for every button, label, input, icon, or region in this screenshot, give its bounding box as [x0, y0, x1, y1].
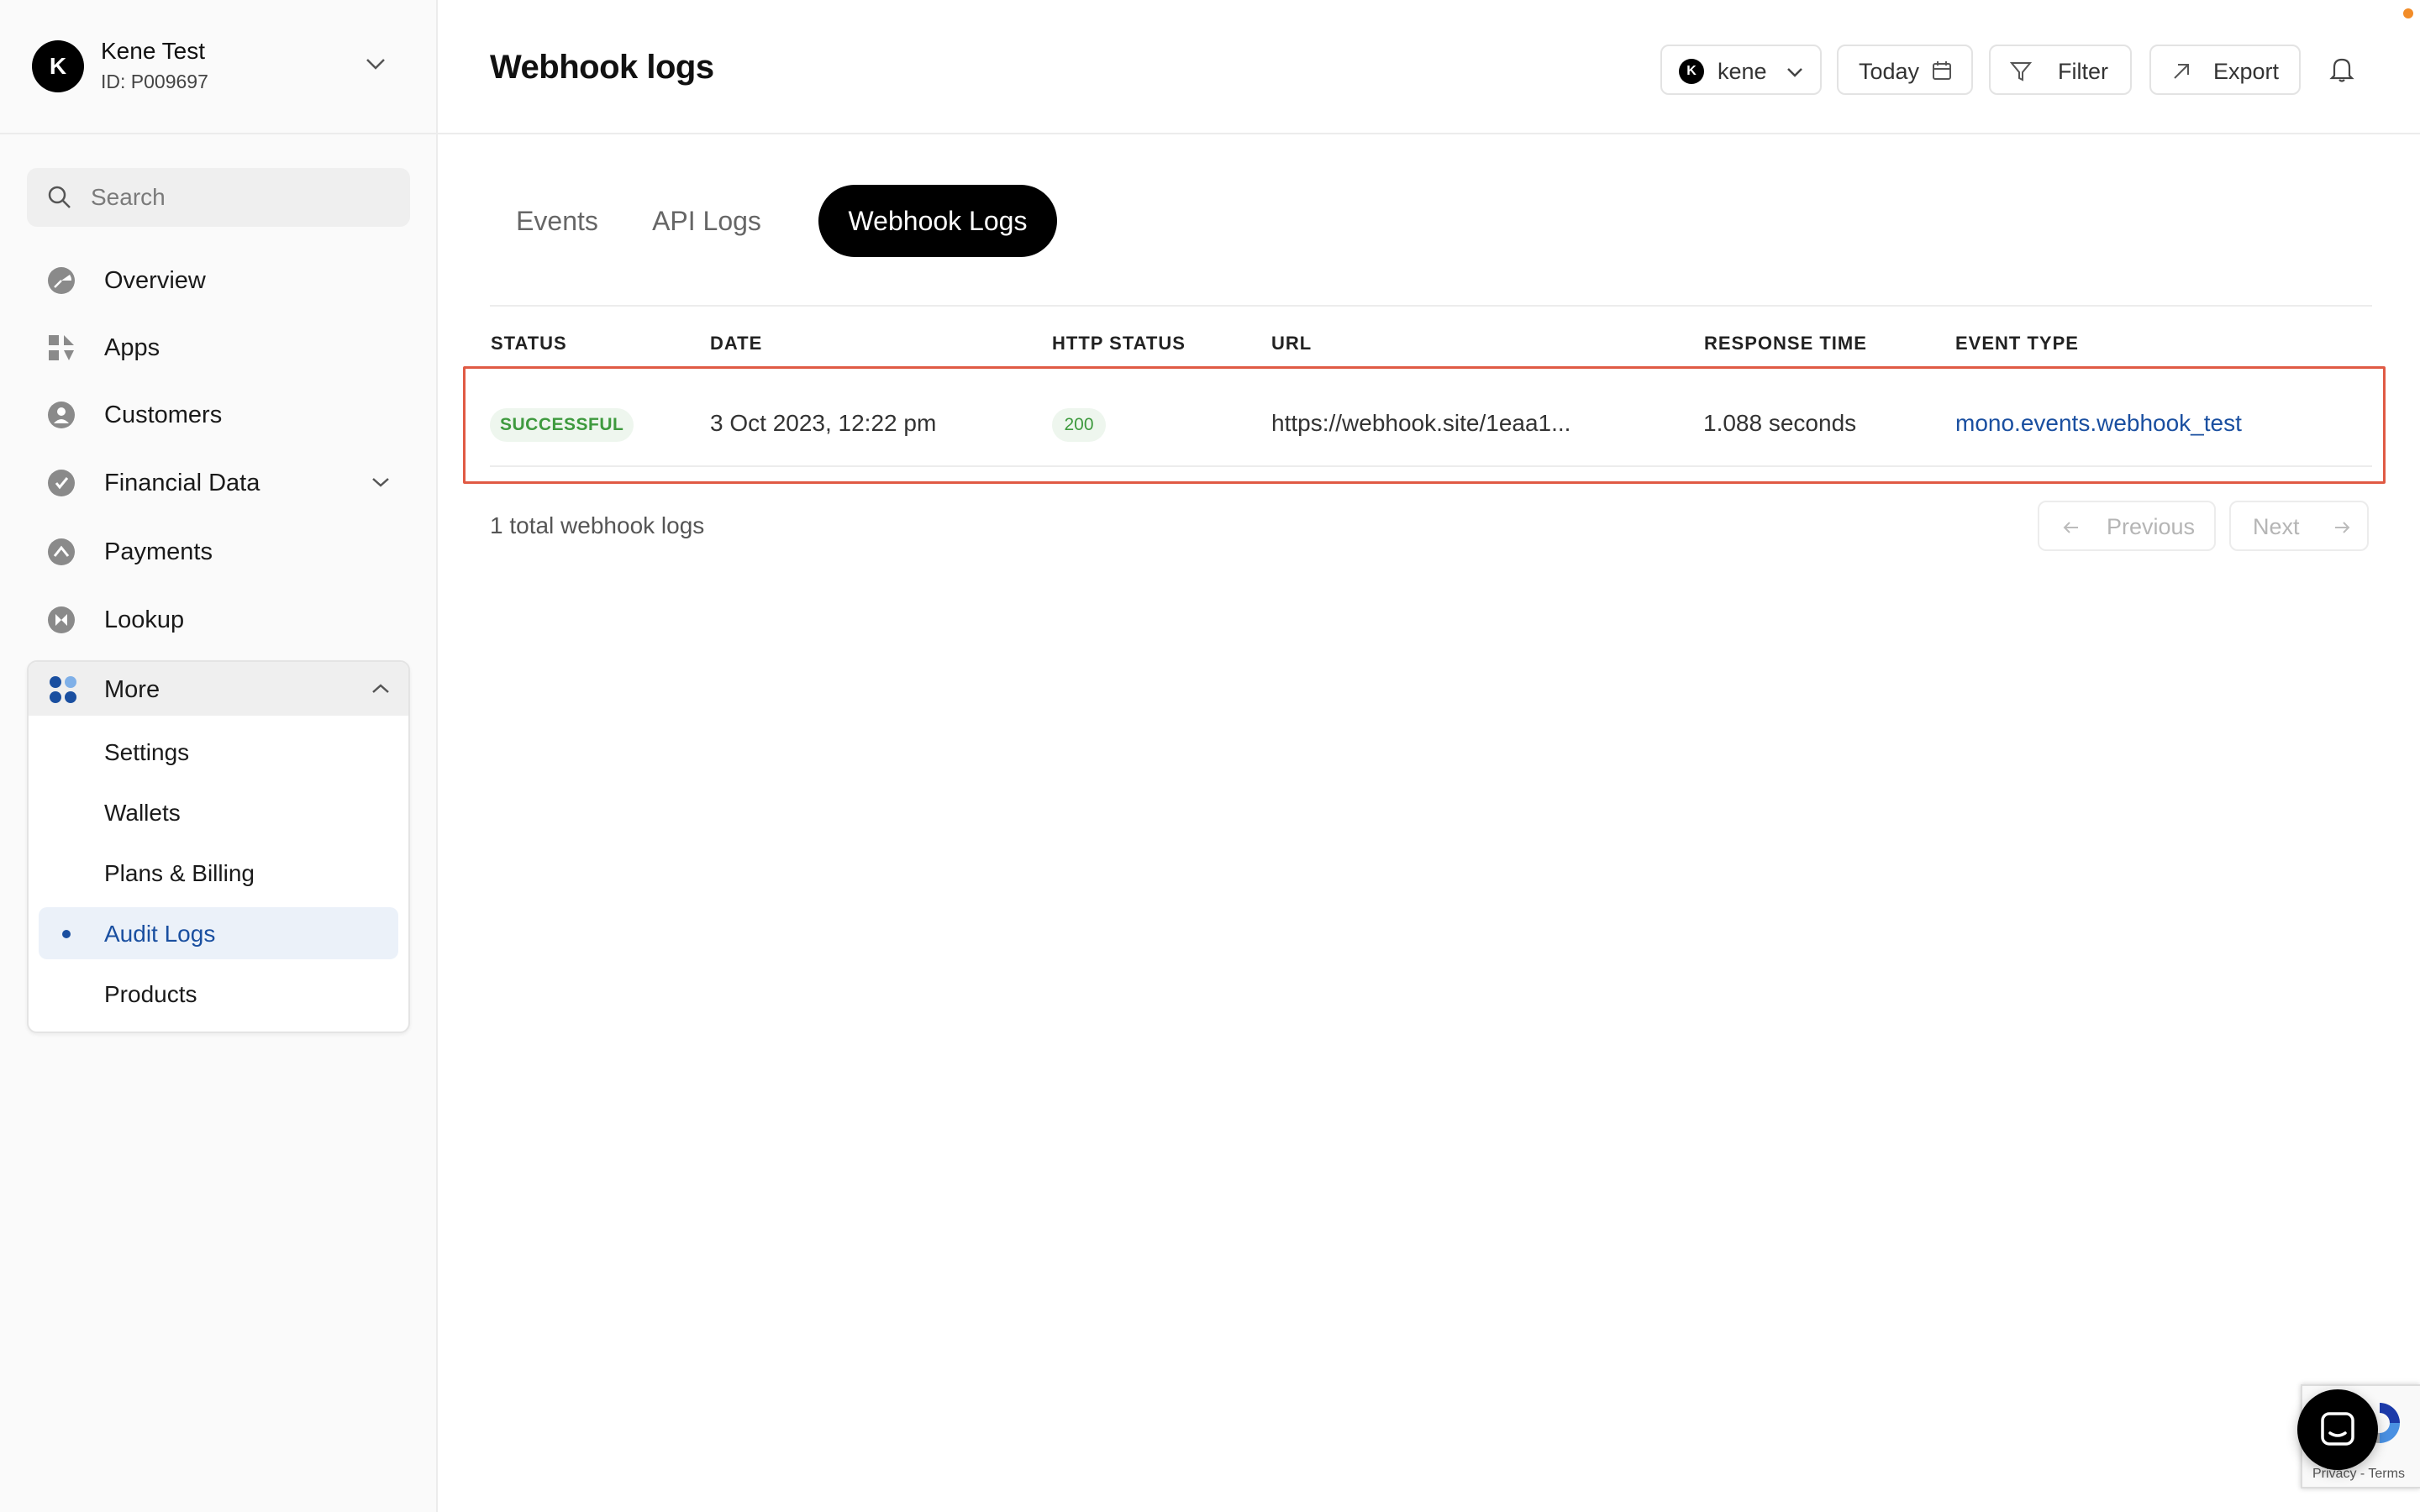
account-switcher[interactable]: K Kene Test ID: P009697: [0, 0, 436, 134]
arrow-left-icon: [2063, 522, 2078, 533]
chevron-down-icon[interactable]: [363, 55, 388, 72]
customers-icon: [48, 402, 75, 428]
filter-label: Filter: [2058, 59, 2108, 84]
date-range-label: Today: [1859, 59, 1920, 84]
sidebar-item-customers[interactable]: Customers: [27, 389, 410, 439]
app-selector-label: kene: [1718, 59, 1767, 84]
filter-button[interactable]: Filter: [1989, 45, 2132, 95]
account-name: Kene Test: [101, 38, 206, 64]
column-header-http-status: HTTP STATUS: [1052, 333, 1186, 354]
sidebar-item-payments[interactable]: Payments: [27, 526, 410, 576]
total-count: 1 total webhook logs: [490, 512, 705, 538]
column-header-response-time: RESPONSE TIME: [1704, 333, 1867, 354]
sidebar-subitem-label: Audit Logs: [104, 921, 216, 947]
recaptcha-terms[interactable]: Privacy - Terms: [2312, 1467, 2405, 1482]
filter-icon: [2009, 62, 2033, 81]
sidebar-item-settings[interactable]: Settings: [39, 726, 398, 778]
sidebar-item-audit-logs[interactable]: Audit Logs: [39, 907, 398, 959]
sidebar: K Kene Test ID: P009697 Overview Apps: [0, 0, 438, 1512]
tab-api-logs[interactable]: API Logs: [628, 185, 786, 257]
more-menu: More Settings Wallets Plans & Billing Au…: [27, 660, 410, 1033]
sidebar-item-lookup[interactable]: Lookup: [27, 594, 410, 644]
apps-icon: [49, 335, 74, 360]
app-avatar: K: [1679, 59, 1704, 84]
column-header-url: URL: [1271, 333, 1313, 354]
overview-icon: [48, 267, 75, 294]
tab-webhook-logs[interactable]: Webhook Logs: [818, 185, 1057, 257]
chevron-down-icon: [372, 478, 389, 487]
date-range-button[interactable]: Today: [1837, 45, 1973, 95]
payments-icon: [48, 538, 75, 565]
account-id: ID: P009697: [101, 71, 208, 92]
column-header-date: DATE: [710, 333, 763, 354]
page-title: Webhook logs: [490, 49, 714, 86]
sidebar-item-label: Payments: [104, 538, 213, 565]
arrow-up-right-icon: [2174, 64, 2189, 79]
table-top-divider: [490, 305, 2372, 307]
notification-dot: [2403, 8, 2413, 18]
previous-page-button[interactable]: Previous: [2038, 501, 2216, 551]
export-button[interactable]: Export: [2149, 45, 2301, 95]
next-page-button[interactable]: Next: [2229, 501, 2369, 551]
sidebar-subitem-label: Wallets: [104, 800, 181, 826]
row-highlight-box: [463, 366, 2386, 484]
sidebar-item-plans-billing[interactable]: Plans & Billing: [39, 847, 398, 899]
calendar-icon: [1933, 61, 1951, 80]
sidebar-item-label: Financial Data: [104, 470, 260, 496]
sidebar-item-overview[interactable]: Overview: [27, 255, 410, 305]
sidebar-item-apps[interactable]: Apps: [27, 322, 410, 372]
grid-dots-icon: [50, 676, 76, 703]
app-selector-button[interactable]: K kene: [1660, 45, 1822, 95]
sidebar-item-label: More: [104, 676, 160, 703]
main-content: Webhook logs K kene Today Filter Export …: [438, 0, 2420, 1512]
sidebar-subitem-label: Products: [104, 981, 197, 1007]
lookup-icon: [48, 606, 75, 633]
export-label: Export: [2213, 59, 2280, 84]
search-box: [27, 168, 410, 227]
chevron-down-icon: [1787, 68, 1802, 77]
chevron-up-icon: [372, 684, 389, 693]
sidebar-item-label: Overview: [104, 267, 206, 294]
tab-events[interactable]: Events: [490, 185, 624, 257]
search-icon: [48, 186, 71, 208]
sidebar-item-label: Customers: [104, 402, 223, 428]
chat-launcher-button[interactable]: [2297, 1389, 2378, 1470]
column-header-status: STATUS: [491, 333, 567, 354]
account-avatar: K: [32, 40, 84, 92]
financial-data-icon: [48, 470, 75, 496]
sidebar-subitem-label: Plans & Billing: [104, 860, 255, 886]
sidebar-item-wallets[interactable]: Wallets: [39, 786, 398, 838]
previous-label: Previous: [2107, 514, 2196, 539]
sidebar-item-more[interactable]: More: [29, 662, 408, 716]
chat-icon: [2321, 1412, 2354, 1446]
next-label: Next: [2253, 514, 2300, 539]
top-bar: Webhook logs K kene Today Filter Export: [438, 0, 2420, 134]
arrow-right-icon: [2335, 522, 2350, 533]
sidebar-item-label: Apps: [104, 334, 160, 361]
sidebar-item-label: Lookup: [104, 606, 185, 633]
active-indicator-dot: [62, 930, 71, 938]
sidebar-subitem-label: Settings: [104, 739, 190, 765]
search-input[interactable]: [91, 178, 393, 217]
sidebar-item-products[interactable]: Products: [39, 968, 398, 1020]
sidebar-item-financial-data[interactable]: Financial Data: [27, 457, 410, 507]
column-header-event-type: EVENT TYPE: [1955, 333, 2079, 354]
notification-bell-icon[interactable]: [2327, 54, 2357, 84]
